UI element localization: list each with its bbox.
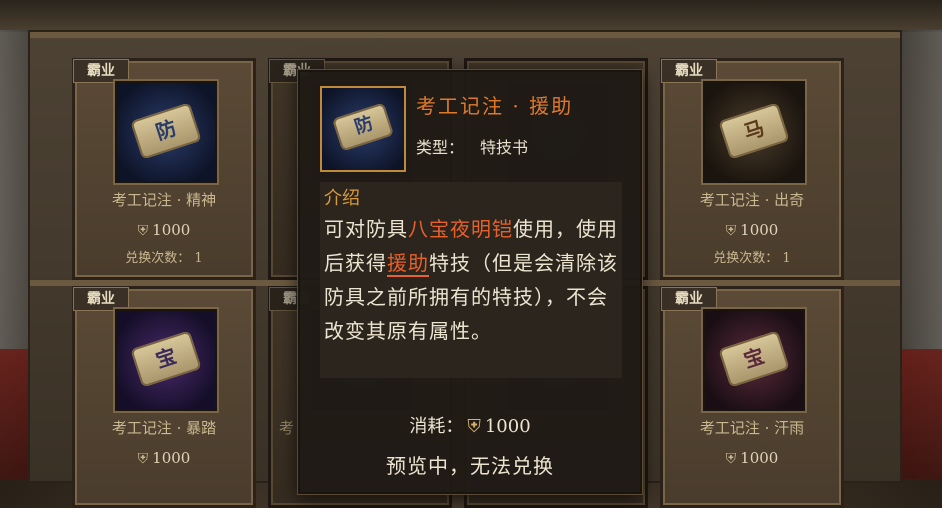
item-cost-detail: 消耗： ⛨ 1000 [409,416,531,437]
item-tag: 霸业 [661,287,717,311]
scroll-ma-icon: 马 [703,81,805,183]
item-name: 考工记注 · 暴踏 [111,419,217,437]
item-name: 考工记注 · 精神 [111,191,217,209]
shield-currency-icon: ⛨ [137,451,149,467]
shop-item-card[interactable]: 霸业 防 考工记注 · 精神 ⛨ 1000 兑换次数： 1 [72,58,256,280]
shield-currency-icon: ⛨ [725,451,737,467]
item-type-label: 类型： [416,138,465,157]
item-cost: ⛨ 1000 [137,449,191,467]
item-name: 考工记注 · 汗雨 [699,419,805,437]
item-exchange-count: 兑换次数： 1 [125,251,203,266]
item-cost: ⛨ 1000 [725,449,779,467]
scroll-fang-icon: 防 [115,81,217,183]
scroll-bao-icon: 宝 [115,309,217,411]
scroll-bao-icon: 宝 [703,309,805,411]
item-tag: 霸业 [73,59,129,83]
shield-currency-icon: ⛨ [137,223,149,239]
preview-status: 预览中，无法兑换 [386,454,554,478]
item-tag: 霸业 [661,59,717,83]
item-type-value: 特技书 [480,138,529,157]
shield-currency-icon: ⛨ [467,416,481,437]
item-cost: ⛨ 1000 [725,221,779,239]
item-tag: 霸业 [73,287,129,311]
item-description: 可对防具八宝夜明铠使用，使用后获得援助特技（但是会清除该防具之前所拥有的特技），… [324,217,618,343]
intro-label: 介绍 [324,188,360,209]
description-panel: 介绍 可对防具八宝夜明铠使用，使用后获得援助特技（但是会清除该防具之前所拥有的特… [320,182,622,378]
item-cost: ⛨ 1000 [137,221,191,239]
item-exchange-count: 兑换次数： 1 [713,251,791,266]
item-title: 考工记注 · 援助 [416,94,574,118]
shop-item-card[interactable]: 霸业 马 考工记注 · 出奇 ⛨ 1000 兑换次数： 1 [660,58,844,280]
skill-name-highlight: 援助 [387,251,429,277]
item-name: 考工记注 · 出奇 [699,191,805,209]
armor-name-highlight: 八宝夜明铠 [408,217,513,241]
scroll-fang-icon: 防 [320,86,406,172]
top-bar [0,0,942,32]
shop-item-card[interactable]: 霸业 宝 考工记注 · 汗雨 ⛨ 1000 [660,286,844,508]
shop-item-card[interactable]: 霸业 宝 考工记注 · 暴踏 ⛨ 1000 [72,286,256,508]
item-detail-tooltip: 防 考工记注 · 援助 类型： 特技书 介绍 可对防具八宝夜明铠使用，使用后获得… [298,70,642,494]
shield-currency-icon: ⛨ [725,223,737,239]
